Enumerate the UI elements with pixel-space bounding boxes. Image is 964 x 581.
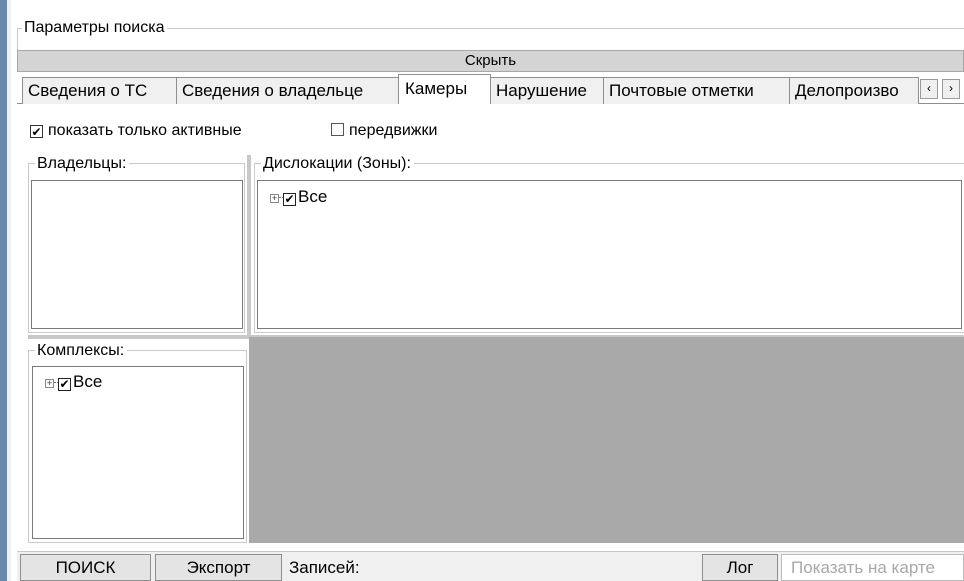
dislocations-title: Дислокации (Зоны):	[261, 155, 414, 173]
complexes-tree[interactable]	[32, 366, 244, 539]
complexes-title: Комплексы:	[35, 342, 128, 360]
active-only-label: показать только активные	[48, 122, 242, 139]
mobile-checkbox[interactable]: передвижки	[331, 122, 437, 140]
checkbox-empty-icon	[331, 123, 344, 136]
owners-list[interactable]	[31, 180, 243, 329]
dislocations-tree-item-all[interactable]: + ✔ Все	[270, 188, 327, 206]
search-params-title: Параметры поиска	[22, 19, 168, 37]
complexes-tree-item-all[interactable]: + ✔ Все	[45, 373, 102, 391]
tab-vehicle-info[interactable]: Сведения о ТС	[22, 77, 177, 104]
chevron-right-icon: ›	[949, 81, 953, 95]
tab-cameras[interactable]: Камеры	[398, 74, 491, 104]
check-icon: ✔	[30, 125, 43, 139]
active-only-checkbox[interactable]: ✔ показать только активные	[30, 122, 242, 140]
window-left-edge-inner	[7, 0, 11, 581]
vertical-splitter[interactable]	[247, 155, 251, 335]
mobile-label: передвижки	[349, 122, 438, 139]
expand-icon[interactable]: +	[45, 379, 54, 388]
log-button[interactable]: Лог	[702, 554, 778, 581]
tab-owner-info[interactable]: Сведения о владельце	[176, 77, 399, 104]
show-on-map-button[interactable]: Показать на карте	[781, 554, 964, 581]
tab-scroll-left-button[interactable]: ‹	[920, 79, 938, 99]
dislocations-tree-label: Все	[298, 187, 328, 206]
tab-postal-marks[interactable]: Почтовые отметки	[603, 77, 790, 104]
tab-scroll-right-button[interactable]: ›	[942, 79, 960, 99]
export-button[interactable]: Экспорт	[155, 554, 282, 581]
complexes-tree-label: Все	[73, 372, 103, 391]
chevron-left-icon: ‹	[927, 81, 931, 95]
hide-panel-button[interactable]: Скрыть	[17, 50, 964, 72]
owners-title: Владельцы:	[35, 155, 130, 173]
check-icon[interactable]: ✔	[58, 378, 71, 391]
records-count-label: Записей:	[289, 558, 360, 577]
expand-icon[interactable]: +	[270, 194, 279, 203]
dislocations-tree[interactable]	[257, 180, 962, 329]
tab-records-management[interactable]: Делопроизво	[789, 77, 919, 104]
empty-panel-area	[249, 337, 964, 543]
search-button[interactable]: ПОИСК	[20, 554, 151, 581]
tab-violation[interactable]: Нарушение	[490, 77, 604, 104]
check-icon[interactable]: ✔	[283, 193, 296, 206]
